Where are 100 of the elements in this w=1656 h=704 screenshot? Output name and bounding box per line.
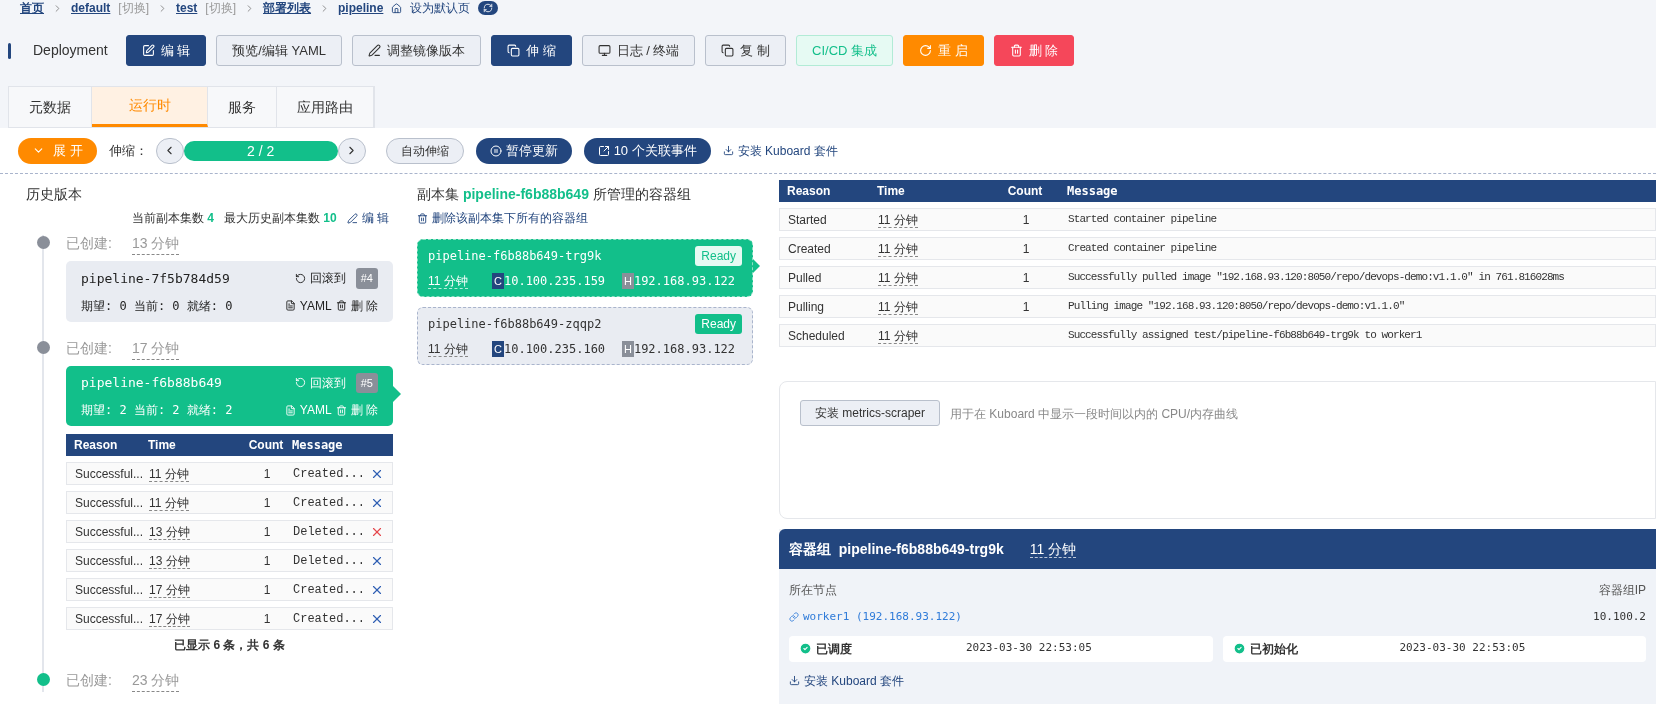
table-cell-text: Successful... (75, 581, 145, 599)
table-cell-text: 1 (1021, 240, 1031, 258)
table-cell-text: Started (788, 211, 828, 229)
revision-card[interactable]: pipeline-7f5b784d59 回滚到 #4 期望: 0 当前: 0 就绪: 0 YAML 删 除 (66, 261, 393, 322)
time-ago: 13 分钟 (149, 553, 190, 569)
copy-icon (507, 44, 520, 57)
monitor-icon (597, 44, 611, 57)
pod-card[interactable]: pipeline-f6b88b649-zqqp2 Ready 11 分钟 C 10.100.235.160 H 192.168.93.122 (417, 307, 753, 365)
container-ip-badge: C (492, 340, 504, 358)
table-cell-text: Created (788, 240, 832, 258)
install-link[interactable]: 安装 Kuboard 套件 (722, 141, 838, 160)
breadcrumb-link[interactable]: pipeline (338, 0, 384, 17)
created-label: 已创建: (66, 671, 112, 690)
delete-all-link[interactable]: 删除该副本集下所有的容器组 (417, 209, 753, 227)
time-ago: 17 分钟 (149, 582, 190, 598)
table-cell-text: Deleted... (293, 523, 366, 541)
table-cell-text: Successful... (75, 552, 145, 570)
host-ip: 192.168.93.122 (633, 273, 736, 290)
pod-ip: 10.100.2 (1593, 609, 1646, 625)
time-ago: 11 分钟 (878, 241, 918, 257)
table-cell-text: 1 (262, 494, 272, 512)
table-cell-text: Successful... (75, 465, 145, 483)
table-cell-text: Pulling image "192.168.93.120:8050/repo/devops-demo:v1.1.0" (1067, 299, 1405, 315)
pod-title: 容器组 pipeline-f6b88b649-trg9k (789, 539, 1004, 559)
table-cell-text: 1 (1021, 211, 1031, 229)
toolbar-button[interactable]: 预览/编辑 YAML (216, 35, 342, 66)
download-icon (789, 675, 800, 686)
install-link[interactable]: 安装 Kuboard 套件 (789, 671, 1646, 690)
container-ip: 10.100.235.160 (503, 341, 607, 358)
download-icon (722, 145, 734, 156)
time-ago: 11 分钟 (428, 274, 468, 289)
table-cell-text: Successful... (75, 494, 145, 512)
copy-icon (721, 44, 735, 57)
table-cell-text: Scheduled (788, 327, 846, 345)
table-cell-text: 1 (1021, 269, 1031, 287)
toolbar-button[interactable]: 调整镜像版本 (352, 35, 481, 66)
rollback-link[interactable]: 回滚到 (294, 269, 346, 288)
check-icon (1232, 642, 1246, 655)
yaml-link[interactable]: YAML (284, 296, 332, 315)
status-badge: Ready (695, 246, 742, 266)
replica-status: 期望: 0 当前: 0 就绪: 0 (81, 297, 234, 315)
time-ago: 13 分钟 (149, 524, 190, 540)
condition-time: 2023-03-30 22:53:05 (1399, 640, 1526, 657)
time-ago: 11 分钟 (1029, 540, 1077, 558)
toolbar-button[interactable]: 删 除 (993, 35, 1075, 66)
replica-count: 2 / 2 (183, 140, 338, 161)
created-label: 已创建: (66, 338, 112, 358)
trash-icon (1009, 44, 1023, 57)
host-ip-badge: H (621, 272, 634, 290)
trash-icon (335, 404, 347, 416)
pod-name: pipeline-f6b88b649-trg9k (428, 248, 603, 265)
section-title: 历史版本 (26, 185, 83, 204)
metrics-description: 用于在 Kuboard 中显示一段时间以内的 CPU/内存曲线 (950, 406, 1239, 423)
table-cell-text: 1 (262, 465, 272, 483)
column-header: Time (877, 183, 906, 200)
container-ip-badge: C (492, 272, 504, 290)
time-ago: 17 分钟 (131, 337, 180, 360)
time-ago: 11 分钟 (878, 328, 918, 344)
breadcrumb-link[interactable]: 部署列表 (263, 0, 312, 17)
edit-link[interactable]: 编 辑 (346, 209, 389, 227)
toolbar-button[interactable]: 编 辑 (125, 35, 207, 66)
install-metrics-button[interactable]: 安装 metrics-scraper (800, 400, 940, 426)
column-header: Count (1006, 183, 1044, 200)
table-cell-text: Deleted... (293, 552, 366, 570)
auto-scale-button[interactable]: 自动伸缩 (385, 137, 464, 164)
check-icon (799, 642, 812, 655)
table-cell-text: Created... (293, 581, 366, 599)
column-header: Reason (74, 437, 119, 454)
table-cell-text: Created... (293, 494, 366, 512)
time-ago: 23 分钟 (131, 670, 180, 692)
undo-icon (294, 377, 306, 389)
edit-icon (141, 44, 155, 57)
breadcrumb-link[interactable]: default (71, 0, 111, 17)
toolbar-button[interactable]: 伸 缩 (491, 35, 572, 66)
table-cell-text: Successful... (75, 523, 145, 541)
events-button[interactable]: 10 个关联事件 (583, 137, 711, 164)
external-link-icon (597, 144, 610, 157)
time-ago: 13 分钟 (131, 233, 180, 255)
document-icon (284, 404, 296, 416)
replicaset-name: pipeline-f6b88b649 (81, 374, 223, 392)
table-cell-text: Successfully pulled image "192.168.93.120:8050/repo/devops-demo:v1.1.0" in 761.816028ms (1067, 270, 1564, 286)
table-cell-text: 1 (262, 523, 272, 541)
table-cell-text: Started container pipeline (1067, 212, 1217, 228)
toolbar-button[interactable]: 日志 / 终端 (581, 35, 696, 66)
pod-card[interactable]: pipeline-f6b88b649-trg9k Ready 11 分钟 C 10.100.235.159 H 192.168.93.122 (417, 239, 753, 297)
breadcrumb-link[interactable]: test (176, 0, 198, 17)
column-header: Count (247, 437, 285, 454)
tab[interactable]: 服务 (208, 87, 277, 127)
node-link[interactable]: worker1 (192.168.93.122) (789, 609, 962, 626)
delete-link[interactable]: 删 除 (335, 296, 378, 315)
toolbar-button[interactable]: 复 制 (705, 35, 787, 66)
set-default-link[interactable]: 设为默认页 (410, 0, 471, 17)
table-cell-text: Pulled (788, 269, 823, 287)
host-ip-badge: H (621, 340, 634, 358)
tab[interactable]: 应用路由 (277, 87, 374, 127)
time-ago: 17 分钟 (149, 611, 190, 627)
pause-button[interactable]: 暂停更新 (475, 137, 572, 164)
breadcrumb-link[interactable]: 首页 (20, 0, 44, 17)
refresh-button[interactable] (478, 1, 499, 15)
status-badge: Ready (695, 314, 742, 334)
